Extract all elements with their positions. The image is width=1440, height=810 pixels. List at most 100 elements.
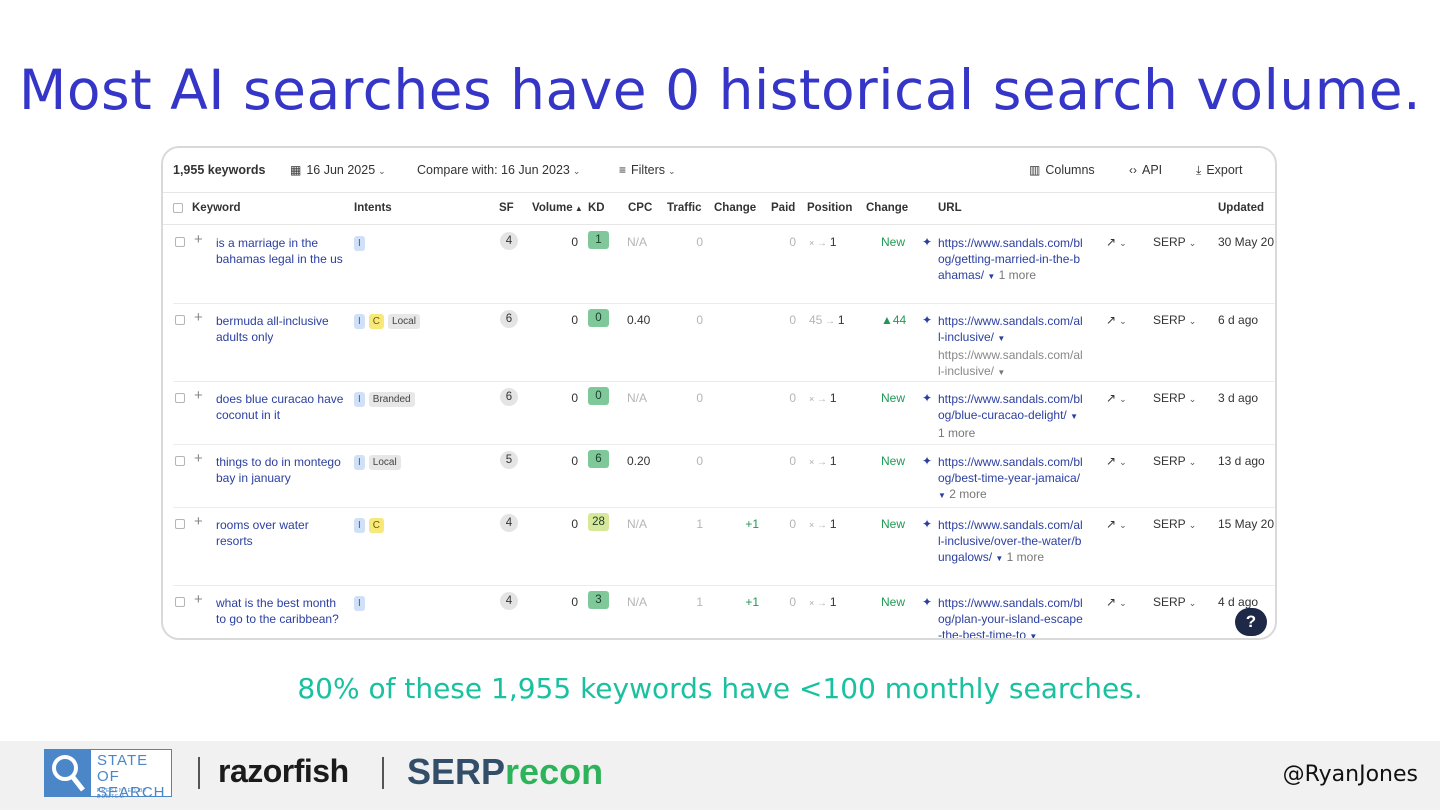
row-checkbox[interactable] <box>175 315 185 325</box>
traffic-value: 1 <box>696 595 703 609</box>
url-more-link[interactable]: 2 more <box>949 487 986 501</box>
caret-down-icon[interactable]: ▼ <box>995 554 1003 563</box>
caret-down-icon[interactable]: ▼ <box>1029 632 1037 638</box>
url-more-link[interactable]: 1 more <box>1007 550 1044 564</box>
col-volume[interactable]: Volume ▲ <box>532 202 583 214</box>
add-keyword-icon[interactable]: + <box>194 309 203 326</box>
chevron-down-icon: ⌄ <box>1119 598 1127 608</box>
select-all-checkbox[interactable] <box>173 203 183 213</box>
serp-dropdown[interactable]: SERP ⌄ <box>1153 391 1196 405</box>
trend-line-icon: ↗ <box>1106 235 1117 249</box>
help-button[interactable]: ? <box>1235 608 1267 636</box>
intent-badge: Local <box>388 314 420 329</box>
export-button[interactable]: ⤓ Export <box>1196 163 1242 178</box>
caret-down-icon[interactable]: ▼ <box>1070 412 1078 421</box>
col-paid[interactable]: Paid <box>771 202 795 214</box>
caret-down-icon[interactable]: ▼ <box>938 491 946 500</box>
caret-down-icon[interactable]: ▼ <box>997 334 1005 343</box>
add-keyword-icon[interactable]: + <box>194 591 203 608</box>
trend-chart-button[interactable]: ↗ ⌄ <box>1106 391 1127 405</box>
api-button[interactable]: ‹› API <box>1129 163 1162 177</box>
position-cell: 45 → 1 <box>809 313 845 327</box>
date-picker[interactable]: ▦ 16 Jun 2025 ⌄ <box>290 163 386 177</box>
logo-divider <box>382 757 384 789</box>
serp-dropdown[interactable]: SERP ⌄ <box>1153 595 1196 609</box>
table-row: + things to do in montego bay in january… <box>173 444 1275 508</box>
paid-value: 0 <box>789 517 796 531</box>
col-updated[interactable]: Updated <box>1218 202 1264 214</box>
row-checkbox[interactable] <box>175 237 185 247</box>
caret-down-icon[interactable]: ▼ <box>987 272 995 281</box>
add-keyword-icon[interactable]: + <box>194 231 203 248</box>
url-link[interactable]: https://www.sandals.com/blog/plan-your-i… <box>938 596 1083 638</box>
keyword-link[interactable]: bermuda all-inclusive adults only <box>216 313 344 345</box>
add-keyword-icon[interactable]: + <box>194 450 203 467</box>
row-checkbox[interactable] <box>175 519 185 529</box>
chevron-down-icon: ⌄ <box>1188 457 1197 467</box>
download-icon: ⤓ <box>1196 163 1202 177</box>
intent-badge: I <box>354 314 365 329</box>
add-keyword-icon[interactable]: + <box>194 387 203 404</box>
serp-dropdown[interactable]: SERP ⌄ <box>1153 313 1196 327</box>
compare-dropdown[interactable]: Compare with: 16 Jun 2023 ⌄ <box>417 163 580 177</box>
arrow-right-icon: → <box>814 238 830 249</box>
trend-chart-button[interactable]: ↗ ⌄ <box>1106 517 1127 531</box>
keyword-link[interactable]: is a marriage in the bahamas legal in th… <box>216 235 344 267</box>
kd-badge: 28 <box>588 513 609 531</box>
col-sf[interactable]: SF <box>499 202 514 214</box>
col-position[interactable]: Position <box>807 202 852 214</box>
url-secondary[interactable]: https://www.sandals.com/all-inclusive/ <box>938 348 1083 378</box>
row-checkbox[interactable] <box>175 597 185 607</box>
chevron-down-icon: ⌄ <box>378 166 386 176</box>
col-intents[interactable]: Intents <box>354 202 392 214</box>
col-url[interactable]: URL <box>938 202 962 214</box>
row-checkbox[interactable] <box>175 393 185 403</box>
col-traffic[interactable]: Traffic <box>667 202 702 214</box>
table-row: + is a marriage in the bahamas legal in … <box>173 225 1275 304</box>
updated-value: 15 May 20 <box>1218 517 1275 531</box>
col-keyword[interactable]: Keyword <box>192 202 241 214</box>
trend-chart-button[interactable]: ↗ ⌄ <box>1106 454 1127 468</box>
url-link[interactable]: https://www.sandals.com/blog/blue-curaca… <box>938 392 1083 422</box>
caret-down-icon[interactable]: ▼ <box>997 368 1005 377</box>
trend-chart-button[interactable]: ↗ ⌄ <box>1106 235 1127 249</box>
chevron-down-icon: ⌄ <box>1119 394 1127 404</box>
ai-sparkle-icon: ✦ <box>922 235 933 249</box>
col-kd[interactable]: KD <box>588 202 605 214</box>
volume-value: 0 <box>571 595 578 609</box>
compare-label: Compare with: 16 Jun 2023 <box>417 163 570 177</box>
add-keyword-icon[interactable]: + <box>194 513 203 530</box>
trend-chart-button[interactable]: ↗ ⌄ <box>1106 313 1127 327</box>
position-change: New <box>881 454 906 468</box>
col-cpc[interactable]: CPC <box>628 202 652 214</box>
serp-dropdown[interactable]: SERP ⌄ <box>1153 454 1196 468</box>
url-more-link[interactable]: 1 more <box>938 426 975 440</box>
keyword-link[interactable]: rooms over water resorts <box>216 517 344 549</box>
serp-dropdown[interactable]: SERP ⌄ <box>1153 517 1196 531</box>
url-link[interactable]: https://www.sandals.com/all-inclusive/ <box>938 314 1083 344</box>
serprecon-logo: SERPrecon <box>407 751 603 793</box>
intent-badge: I <box>354 455 365 470</box>
url-more-link[interactable]: 1 more <box>999 268 1036 282</box>
keyword-link[interactable]: things to do in montego bay in january <box>216 454 344 486</box>
state-of-search-subtext: PRESENTED BY DEMTEM <box>97 788 148 800</box>
url-link[interactable]: https://www.sandals.com/blog/best-time-y… <box>938 455 1083 485</box>
filters-button[interactable]: ≡ Filters ⌄ <box>619 163 676 177</box>
trend-line-icon: ↗ <box>1106 391 1117 405</box>
updated-value: 4 d ago <box>1218 595 1259 609</box>
table-row: + bermuda all-inclusive adults only I C Lo… <box>173 303 1275 382</box>
cpc-value: 0.20 <box>627 454 651 468</box>
intent-badge: I <box>354 236 365 251</box>
keyword-link[interactable]: does blue curacao have coconut in it <box>216 391 344 423</box>
row-checkbox[interactable] <box>175 456 185 466</box>
col-position-change[interactable]: Change <box>866 202 908 214</box>
col-change[interactable]: Change <box>714 202 756 214</box>
sort-up-icon: ▲ <box>572 204 583 213</box>
trend-chart-button[interactable]: ↗ ⌄ <box>1106 595 1127 609</box>
columns-button[interactable]: ▥ Columns <box>1029 163 1095 177</box>
serp-dropdown[interactable]: SERP ⌄ <box>1153 235 1196 249</box>
trend-line-icon: ↗ <box>1106 454 1117 468</box>
code-icon: ‹› <box>1129 163 1137 177</box>
volume-value: 0 <box>571 517 578 531</box>
keyword-link[interactable]: what is the best month to go to the cari… <box>216 595 344 627</box>
